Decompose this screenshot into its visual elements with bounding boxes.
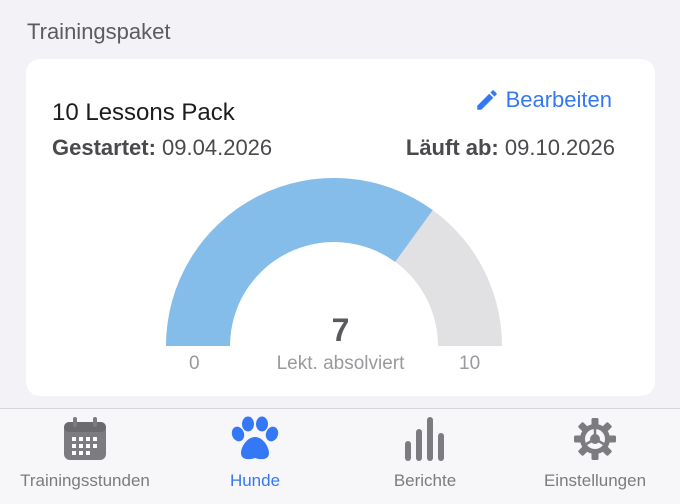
tab-label-berichte: Berichte: [393, 471, 457, 490]
training-pack-card: 10 Lessons Pack Bearbeiten Gestartet: 09…: [26, 59, 655, 396]
bar-chart-icon: [405, 417, 444, 461]
gauge-value: 7: [331, 312, 350, 348]
calendar-icon: [64, 417, 106, 460]
tab-trainingsstunden[interactable]: Trainingsstunden: [0, 409, 170, 504]
tab-berichte[interactable]: Berichte: [340, 409, 510, 504]
tab-label-hunde: Hunde: [229, 471, 281, 490]
gauge-min-label: 0: [189, 353, 200, 374]
section-title: Trainingspaket: [27, 19, 171, 44]
gauge-caption: Lekt. absolviert: [276, 353, 405, 374]
tab-label-trainingsstunden: Trainingsstunden: [20, 471, 150, 490]
gear-icon: [574, 418, 616, 460]
tab-einstellungen[interactable]: Einstellungen: [510, 409, 680, 504]
tab-label-einstellungen: Einstellungen: [543, 471, 647, 490]
tab-hunde[interactable]: Hunde: [170, 409, 340, 504]
tab-bar: Trainingsstunden Hunde Berichte Einstell…: [0, 408, 680, 504]
paw-icon: [231, 416, 279, 460]
gauge-max-label: 10: [459, 353, 481, 374]
